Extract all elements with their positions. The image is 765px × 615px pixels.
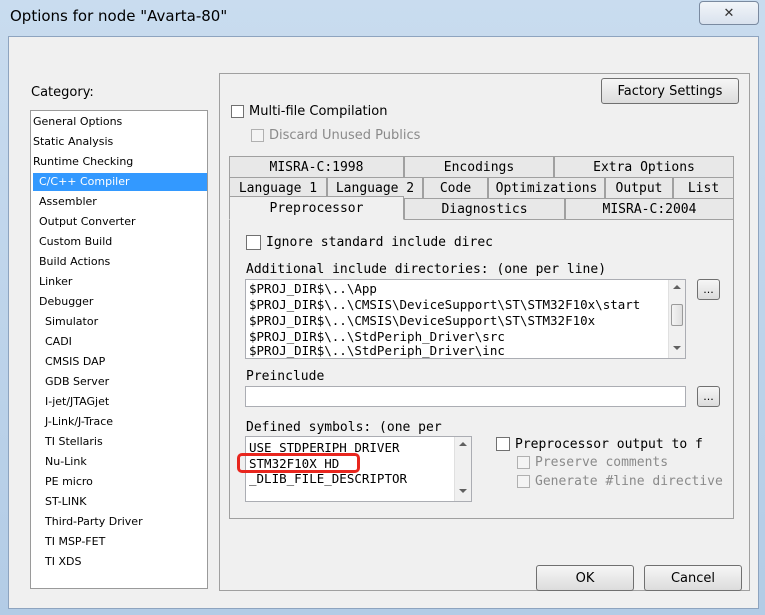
scroll-down-arrow-icon[interactable] (673, 346, 681, 350)
preprocessor-output-checkbox[interactable] (496, 437, 510, 451)
category-item-pe-micro[interactable]: PE micro (45, 475, 93, 488)
include-dir-line: $PROJ_DIR$\..\StdPeriph_Driver\inc (249, 343, 505, 358)
multifile-compilation-label: Multi-file Compilation (249, 104, 388, 119)
category-item-cadi[interactable]: CADI (45, 335, 72, 348)
category-item-output-converter[interactable]: Output Converter (39, 215, 136, 228)
category-label: Category: (31, 85, 94, 100)
close-icon: ✕ (723, 5, 735, 21)
category-item-cmsis-dap[interactable]: CMSIS DAP (45, 355, 105, 368)
tab-output[interactable]: Output (605, 177, 673, 198)
window-title: Options for node "Avarta-80" (10, 7, 228, 25)
include-dir-line: $PROJ_DIR$\..\CMSIS\DeviceSupport\ST\STM… (249, 313, 596, 328)
include-dir-line: $PROJ_DIR$\..\App (249, 281, 377, 296)
highlight-annotation (237, 453, 360, 473)
preserve-comments-checkbox (517, 456, 530, 469)
category-item-gdb-server[interactable]: GDB Server (45, 375, 109, 388)
category-item-third-party-driver[interactable]: Third-Party Driver (45, 515, 143, 528)
include-dir-line: $PROJ_DIR$\..\StdPeriph_Driver\src (249, 329, 505, 344)
dialog-window: Options for node "Avarta-80" ✕ Category:… (0, 0, 765, 615)
category-item-nu-link[interactable]: Nu-Link (45, 455, 87, 468)
tab-extra-options[interactable]: Extra Options (554, 156, 734, 177)
category-item-ti-msp-fet[interactable]: TI MSP-FET (45, 535, 105, 548)
category-item-jlink[interactable]: J-Link/J-Trace (45, 415, 113, 428)
tab-preprocessor[interactable]: Preprocessor (229, 196, 404, 220)
category-item-simulator[interactable]: Simulator (45, 315, 98, 328)
preserve-comments-label: Preserve comments (535, 455, 669, 470)
scroll-down-arrow-icon[interactable] (459, 489, 467, 493)
tab-encodings[interactable]: Encodings (404, 156, 554, 177)
ok-button[interactable]: OK (536, 565, 634, 591)
include-dirs-scrollbar[interactable] (668, 280, 685, 358)
include-dir-line: $PROJ_DIR$\..\CMSIS\DeviceSupport\ST\STM… (249, 297, 641, 312)
category-item-general-options[interactable]: General Options (33, 115, 122, 128)
category-item-build-actions[interactable]: Build Actions (39, 255, 110, 268)
category-item-st-link[interactable]: ST-LINK (45, 495, 86, 508)
category-item-custom-build[interactable]: Custom Build (39, 235, 112, 248)
category-item-ijet[interactable]: I-jet/JTAGjet (45, 395, 109, 408)
discard-unused-publics-checkbox (251, 129, 264, 142)
defined-symbols-scrollbar[interactable] (454, 437, 471, 501)
factory-settings-button[interactable]: Factory Settings (601, 78, 739, 104)
tab-misra-c-2004[interactable]: MISRA-C:2004 (565, 198, 734, 219)
ignore-standard-include-checkbox[interactable] (246, 235, 261, 250)
scroll-thumb[interactable] (671, 304, 683, 326)
category-item-ti-xds[interactable]: TI XDS (45, 555, 81, 568)
tab-list[interactable]: List (673, 177, 734, 198)
discard-unused-publics-label: Discard Unused Publics (269, 128, 421, 143)
include-dirs-label: Additional include directories: (one per… (246, 262, 607, 277)
generate-line-label: Generate #line directive (535, 474, 723, 489)
defined-symbols-label: Defined symbols: (one per (246, 420, 442, 435)
category-list: General Options Static Analysis Runtime … (30, 110, 208, 589)
close-button[interactable]: ✕ (699, 1, 759, 25)
tab-diagnostics[interactable]: Diagnostics (404, 198, 565, 219)
include-dirs-browse-button[interactable]: ... (697, 279, 720, 300)
defined-symbol-line: _DLIB_FILE_DESCRIPTOR (249, 471, 408, 486)
category-item-assembler[interactable]: Assembler (39, 195, 97, 208)
preprocessor-output-label: Preprocessor output to f (515, 437, 703, 452)
preinclude-label: Preinclude (246, 369, 325, 384)
category-item-static-analysis[interactable]: Static Analysis (33, 135, 113, 148)
category-item-ti-stellaris[interactable]: TI Stellaris (45, 435, 103, 448)
multifile-compilation-checkbox[interactable] (231, 105, 244, 118)
ignore-standard-include-label: Ignore standard include direc (266, 235, 493, 250)
cancel-button[interactable]: Cancel (644, 565, 742, 591)
preinclude-browse-button[interactable]: ... (697, 386, 720, 407)
scroll-up-arrow-icon[interactable] (673, 285, 681, 289)
tab-language-1[interactable]: Language 1 (229, 177, 327, 198)
scroll-up-arrow-icon[interactable] (459, 442, 467, 446)
include-dirs-textarea[interactable]: $PROJ_DIR$\..\App $PROJ_DIR$\..\CMSIS\De… (245, 279, 686, 359)
category-item-cpp-compiler[interactable]: C/C++ Compiler (33, 173, 207, 191)
tab-language-2[interactable]: Language 2 (327, 177, 423, 198)
tab-code[interactable]: Code (423, 177, 488, 198)
category-item-linker[interactable]: Linker (39, 275, 72, 288)
tab-misra-c-1998[interactable]: MISRA-C:1998 (229, 156, 404, 177)
generate-line-checkbox (517, 475, 530, 488)
category-item-debugger[interactable]: Debugger (39, 295, 93, 308)
tab-optimizations[interactable]: Optimizations (488, 177, 605, 198)
category-item-runtime-checking[interactable]: Runtime Checking (33, 155, 133, 168)
preinclude-input[interactable] (245, 386, 686, 407)
